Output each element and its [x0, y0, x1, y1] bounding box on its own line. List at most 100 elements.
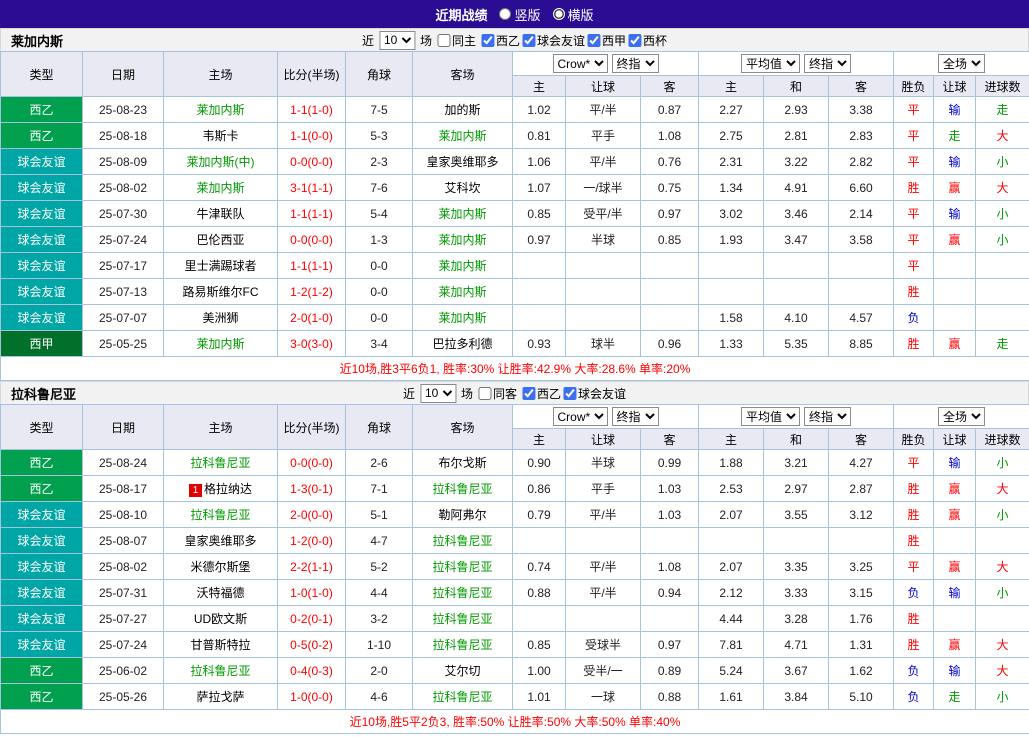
league-filter[interactable]: 球会友谊 [563, 385, 626, 402]
layout-option-horizontal[interactable]: 横版 [553, 5, 594, 24]
league-checkbox[interactable] [563, 387, 576, 400]
league-checkbox[interactable] [628, 34, 641, 47]
match-count-select[interactable]: 10 [420, 384, 456, 403]
date-cell: 25-08-02 [83, 554, 164, 580]
horizontal-layout-label: 横版 [568, 5, 594, 24]
home-team-cell[interactable]: 牛津联队 [164, 201, 278, 227]
league-checkbox[interactable] [481, 34, 494, 47]
home-team-name: 拉科鲁尼亚 [190, 664, 250, 678]
home-team-cell[interactable]: 1格拉纳达 [164, 476, 278, 502]
same-venue-checkbox[interactable] [437, 34, 450, 47]
horizontal-layout-radio[interactable] [553, 8, 565, 20]
away-team-cell[interactable]: 拉科鲁尼亚 [413, 684, 513, 710]
league-checkbox[interactable] [522, 34, 535, 47]
fullmatch-select[interactable]: 全场 [938, 54, 985, 73]
away-team-cell[interactable]: 艾尔切 [413, 658, 513, 684]
home-team-cell[interactable]: 萨拉戈萨 [164, 684, 278, 710]
league-filter[interactable]: 西杯 [628, 32, 667, 49]
col-date: 日期 [83, 52, 164, 97]
handicap-odds-cell: 半球 [566, 227, 641, 253]
home-team-cell[interactable]: 甘普斯特拉 [164, 632, 278, 658]
average-odds-cell: 2.07 [699, 502, 764, 528]
final-odds-select-2[interactable]: 终指 [804, 407, 851, 426]
home-team-cell[interactable]: 里士满踢球者 [164, 253, 278, 279]
same-venue-checkbox[interactable] [478, 387, 491, 400]
final-odds-select[interactable]: 终指 [612, 407, 659, 426]
away-team-cell[interactable]: 莱加内斯 [413, 201, 513, 227]
away-team-cell[interactable]: 艾科坎 [413, 175, 513, 201]
average-odds-cell: 1.61 [699, 684, 764, 710]
away-team-cell[interactable]: 拉科鲁尼亚 [413, 528, 513, 554]
handicap-odds-cell: 0.87 [641, 97, 699, 123]
league-filter[interactable]: 西乙 [522, 385, 561, 402]
home-team-cell[interactable]: 莱加内斯 [164, 331, 278, 357]
away-team-cell[interactable]: 加的斯 [413, 97, 513, 123]
sub-handicap-result: 让球 [934, 76, 976, 97]
final-odds-select[interactable]: 终指 [612, 54, 659, 73]
handicap-odds-cell: 0.76 [641, 149, 699, 175]
away-team-cell[interactable]: 巴拉多利德 [413, 331, 513, 357]
home-team-cell[interactable]: 路易斯维尔FC [164, 279, 278, 305]
summary-text: 近10场,胜5平2负3, 胜率:50% 让胜率:50% 大率:50% 单率:40… [1, 710, 1029, 734]
average-odds-cell: 2.93 [764, 97, 829, 123]
home-team-cell[interactable]: 莱加内斯 [164, 175, 278, 201]
league-filter[interactable]: 西甲 [587, 32, 626, 49]
league-checkbox[interactable] [587, 34, 600, 47]
away-team-cell[interactable]: 拉科鲁尼亚 [413, 476, 513, 502]
league-label: 西乙 [537, 385, 561, 402]
away-team-cell[interactable]: 勒阿弗尔 [413, 502, 513, 528]
section-header: 拉科鲁尼亚 近 10 场 同客 西乙球会友谊 [0, 381, 1029, 404]
away-team-cell[interactable]: 莱加内斯 [413, 305, 513, 331]
away-team-cell[interactable]: 莱加内斯 [413, 123, 513, 149]
away-team-cell[interactable]: 拉科鲁尼亚 [413, 554, 513, 580]
europe-odds-group: 平均值终指 [699, 405, 894, 429]
home-team-cell[interactable]: 沃特福德 [164, 580, 278, 606]
result-cell: 走 [976, 331, 1029, 357]
result-cell: 胜 [894, 502, 934, 528]
home-team-cell[interactable]: 莱加内斯 [164, 97, 278, 123]
home-team-name: 牛津联队 [196, 207, 244, 221]
home-team-cell[interactable]: 拉科鲁尼亚 [164, 450, 278, 476]
result-cell: 输 [934, 97, 976, 123]
away-team-cell[interactable]: 拉科鲁尼亚 [413, 580, 513, 606]
home-team-cell[interactable]: 皇家奥维耶多 [164, 528, 278, 554]
league-checkbox[interactable] [522, 387, 535, 400]
away-team-cell[interactable]: 莱加内斯 [413, 227, 513, 253]
home-team-cell[interactable]: 莱加内斯(中) [164, 149, 278, 175]
date-cell: 25-08-10 [83, 502, 164, 528]
result-cell: 输 [934, 201, 976, 227]
final-odds-select-2[interactable]: 终指 [804, 54, 851, 73]
away-team-cell[interactable]: 皇家奥维耶多 [413, 149, 513, 175]
home-team-cell[interactable]: 巴伦西亚 [164, 227, 278, 253]
average-odds-cell: 3.46 [764, 201, 829, 227]
handicap-odds-cell: 1.08 [641, 554, 699, 580]
home-team-cell[interactable]: 拉科鲁尼亚 [164, 502, 278, 528]
home-team-cell[interactable]: 米德尔斯堡 [164, 554, 278, 580]
away-team-cell[interactable]: 拉科鲁尼亚 [413, 632, 513, 658]
away-team-cell[interactable]: 莱加内斯 [413, 279, 513, 305]
layout-option-vertical[interactable]: 竖版 [499, 5, 540, 24]
col-corners: 角球 [346, 52, 413, 97]
average-odds-cell: 4.91 [764, 175, 829, 201]
home-team-cell[interactable]: 拉科鲁尼亚 [164, 658, 278, 684]
average-select[interactable]: 平均值 [741, 407, 800, 426]
away-team-cell[interactable]: 布尔戈斯 [413, 450, 513, 476]
home-team-cell[interactable]: UD欧文斯 [164, 606, 278, 632]
handicap-odds-cell [641, 528, 699, 554]
league-filter[interactable]: 西乙 [481, 32, 520, 49]
away-team-cell[interactable]: 莱加内斯 [413, 253, 513, 279]
league-filter[interactable]: 球会友谊 [522, 32, 585, 49]
home-team-cell[interactable]: 美洲狮 [164, 305, 278, 331]
same-venue-filter[interactable]: 同主 [437, 32, 476, 49]
average-select[interactable]: 平均值 [741, 54, 800, 73]
match-count-select[interactable]: 10 [379, 31, 415, 50]
bookmaker-select[interactable]: Crow* [553, 54, 608, 73]
league-cell: 球会友谊 [1, 554, 83, 580]
home-team-cell[interactable]: 韦斯卡 [164, 123, 278, 149]
away-team-cell[interactable]: 拉科鲁尼亚 [413, 606, 513, 632]
result-cell [976, 528, 1029, 554]
vertical-layout-radio[interactable] [499, 8, 511, 20]
fullmatch-select[interactable]: 全场 [938, 407, 985, 426]
bookmaker-select[interactable]: Crow* [553, 407, 608, 426]
same-venue-filter[interactable]: 同客 [478, 385, 517, 402]
